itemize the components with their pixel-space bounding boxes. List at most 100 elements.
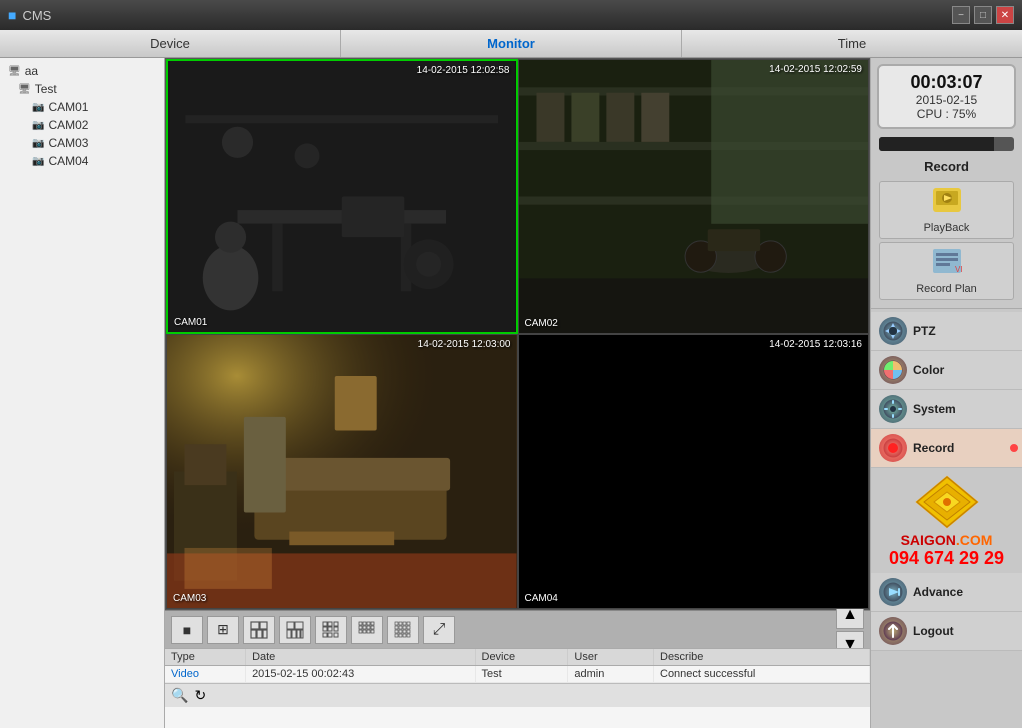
color-label: Color bbox=[913, 363, 944, 377]
cam2-label: CAM02 bbox=[525, 318, 558, 329]
advance-label: Advance bbox=[913, 585, 963, 599]
maximize-button[interactable]: □ bbox=[974, 6, 992, 24]
logout-label: Logout bbox=[913, 624, 954, 638]
cam1-timestamp: 14-02-2015 12:02:58 bbox=[417, 65, 510, 76]
log-device: Test bbox=[475, 666, 568, 683]
titlebar-left: ■ CMS bbox=[8, 7, 51, 23]
system-button[interactable]: System bbox=[871, 390, 1022, 429]
app-title: CMS bbox=[22, 8, 51, 23]
status-box: 00:03:07 2015-02-15 CPU : 75% bbox=[877, 64, 1016, 129]
tb-fullscreen[interactable]: ⤢ bbox=[423, 616, 455, 644]
sidebar-cam02-label: CAM02 bbox=[48, 118, 88, 132]
tab-time[interactable]: Time bbox=[682, 30, 1022, 57]
close-button[interactable]: ✕ bbox=[996, 6, 1014, 24]
tb-4view[interactable]: ⊞ bbox=[207, 616, 239, 644]
app-icon: ■ bbox=[8, 7, 16, 23]
cam3-timestamp: 14-02-2015 12:03:00 bbox=[418, 339, 511, 350]
cam3-scene bbox=[167, 335, 517, 608]
record-action-icon bbox=[879, 434, 907, 462]
log-describe: Connect successful bbox=[654, 666, 870, 683]
color-button[interactable]: Color bbox=[871, 351, 1022, 390]
camera-cell-2[interactable]: 14-02-2015 12:02:59 CAM02 bbox=[518, 59, 870, 334]
saigon-phone: 094 674 29 29 bbox=[889, 548, 1004, 569]
active-indicator bbox=[1010, 444, 1018, 452]
tb-single-view[interactable]: ■ bbox=[171, 616, 203, 644]
system-icon bbox=[879, 395, 907, 423]
tab-monitor[interactable]: Monitor bbox=[341, 30, 682, 57]
titlebar-controls[interactable]: − □ ✕ bbox=[952, 6, 1014, 24]
saigon-brand-text: SAIGON.COM bbox=[901, 532, 993, 548]
ptz-icon bbox=[879, 317, 907, 345]
sidebar-cam01-label: CAM01 bbox=[48, 100, 88, 114]
main-content: 🖥 aa 🖥 Test 📷 CAM01 📷 CAM02 📷 CAM03 📷 bbox=[0, 58, 1022, 728]
log-col-device: Device bbox=[475, 649, 568, 666]
status-cpu: CPU : 75% bbox=[885, 107, 1008, 121]
record-action-label: Record bbox=[913, 441, 954, 455]
cam2-timestamp: 14-02-2015 12:02:59 bbox=[769, 64, 862, 75]
tb-16view[interactable] bbox=[387, 616, 419, 644]
cam1-scene bbox=[168, 61, 516, 332]
search-icon: 🔍 bbox=[171, 687, 188, 704]
system-label: System bbox=[913, 402, 956, 416]
logout-button[interactable]: Logout bbox=[871, 612, 1022, 651]
folder-icon: 🖥 bbox=[8, 66, 21, 77]
titlebar: ■ CMS − □ ✕ bbox=[0, 0, 1022, 30]
toolbar: ■ ⊞ bbox=[165, 610, 870, 648]
playback-label: PlayBack bbox=[924, 222, 970, 234]
center-panel: 14-02-2015 12:02:58 CAM01 bbox=[165, 58, 870, 728]
record-action-button[interactable]: Record bbox=[871, 429, 1022, 468]
sidebar-item-aa[interactable]: 🖥 aa bbox=[0, 62, 164, 80]
right-panel: 00:03:07 2015-02-15 CPU : 75% Record bbox=[870, 58, 1022, 728]
svg-text:VIDEO: VIDEO bbox=[955, 265, 963, 274]
camera-cell-4[interactable]: 14-02-2015 12:03:16 CAM04 bbox=[518, 334, 870, 609]
divider-1 bbox=[871, 308, 1022, 309]
status-time: 00:03:07 bbox=[885, 72, 1008, 93]
record-plan-icon: VIDEO bbox=[931, 247, 963, 281]
minimize-button[interactable]: − bbox=[952, 6, 970, 24]
log-type: Video bbox=[165, 666, 246, 683]
record-section: Record PlayBack bbox=[871, 153, 1022, 305]
playback-button[interactable]: PlayBack bbox=[879, 181, 1014, 239]
cam-icon-3: 📷 bbox=[32, 138, 44, 149]
tb-6view[interactable] bbox=[243, 616, 275, 644]
progress-bar-wrap bbox=[879, 137, 1014, 151]
sidebar-item-cam03[interactable]: 📷 CAM03 bbox=[0, 134, 164, 152]
camera-cell-1[interactable]: 14-02-2015 12:02:58 CAM01 bbox=[166, 59, 518, 334]
saigon-diamond bbox=[912, 472, 982, 532]
sidebar-item-test[interactable]: 🖥 Test bbox=[0, 80, 164, 98]
saigon-logo: SAIGON.COM 094 674 29 29 bbox=[871, 468, 1022, 573]
cam-icon-4: 📷 bbox=[32, 156, 44, 167]
tb-9view[interactable] bbox=[315, 616, 347, 644]
log-col-date: Date bbox=[246, 649, 475, 666]
header-tabs: Device Monitor Time bbox=[0, 30, 1022, 58]
ptz-button[interactable]: PTZ bbox=[871, 312, 1022, 351]
log-user: admin bbox=[568, 666, 654, 683]
advance-button[interactable]: Advance bbox=[871, 573, 1022, 612]
sidebar-cam03-label: CAM03 bbox=[48, 136, 88, 150]
cam1-label: CAM01 bbox=[174, 317, 207, 328]
sidebar-item-cam01[interactable]: 📷 CAM01 bbox=[0, 98, 164, 116]
sidebar-cam04-label: CAM04 bbox=[48, 154, 88, 168]
cam4-timestamp: 14-02-2015 12:03:16 bbox=[769, 339, 862, 350]
tb-8view[interactable] bbox=[279, 616, 311, 644]
sidebar-item-cam02[interactable]: 📷 CAM02 bbox=[0, 116, 164, 134]
log-row: Video 2015-02-15 00:02:43 Test admin Con… bbox=[165, 666, 870, 683]
sidebar-aa-label: aa bbox=[25, 64, 38, 78]
log-area: Type Date Device User Describe Video 201… bbox=[165, 648, 870, 728]
ptz-label: PTZ bbox=[913, 324, 936, 338]
camera-cell-3[interactable]: 14-02-2015 12:03:00 CAM03 bbox=[166, 334, 518, 609]
sidebar-item-cam04[interactable]: 📷 CAM04 bbox=[0, 152, 164, 170]
playback-icon bbox=[931, 186, 963, 220]
record-plan-label: Record Plan bbox=[916, 283, 977, 295]
cam4-scene bbox=[519, 335, 869, 608]
log-date: 2015-02-15 00:02:43 bbox=[246, 666, 475, 683]
refresh-icon[interactable]: ↻ bbox=[194, 687, 206, 704]
record-plan-button[interactable]: VIDEO Record Plan bbox=[879, 242, 1014, 300]
cam2-scene bbox=[519, 60, 869, 333]
advance-icon bbox=[879, 578, 907, 606]
log-body: Video 2015-02-15 00:02:43 Test admin Con… bbox=[165, 666, 870, 683]
log-col-describe: Describe bbox=[654, 649, 870, 666]
tab-device[interactable]: Device bbox=[0, 30, 341, 57]
cam4-label: CAM04 bbox=[525, 593, 558, 604]
tb-12view[interactable] bbox=[351, 616, 383, 644]
